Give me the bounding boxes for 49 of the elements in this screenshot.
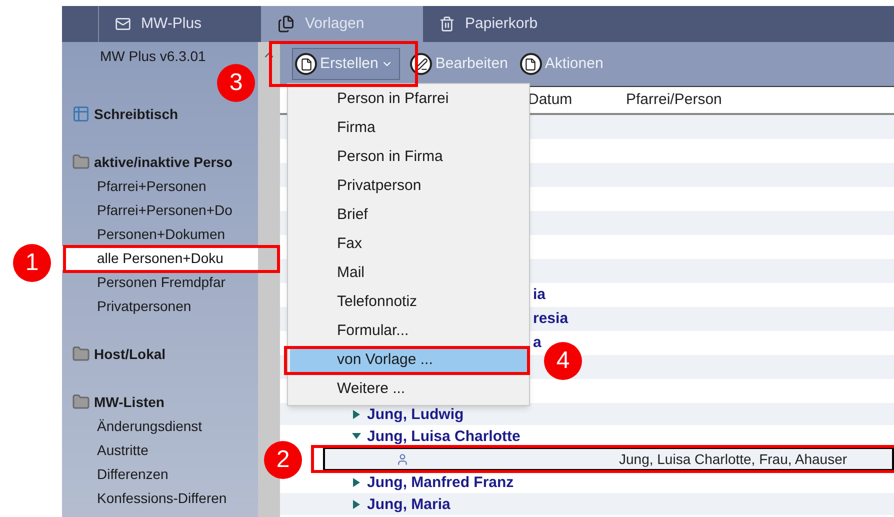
sidebar-item[interactable]: alle Personen+Doku (62, 246, 258, 270)
table-cell: Jung, Luisa Charlotte, Frau, Ahauser (619, 451, 848, 467)
sidebar-item[interactable]: Privatpersonen (62, 294, 258, 318)
folder-icon (72, 153, 90, 171)
folder-icon (72, 393, 90, 411)
menu-item[interactable]: Brief (290, 201, 527, 230)
tree-node-label: a (533, 332, 542, 353)
document-icon (295, 53, 317, 75)
tree-node-label[interactable]: Jung, Luisa Charlotte (367, 428, 520, 445)
tree-node-label[interactable]: Jung, Manfred Franz (367, 474, 514, 491)
column-header[interactable]: Pfarrei/Person (626, 88, 722, 112)
table-row[interactable]: Jung, Maria (280, 493, 894, 515)
menu-item[interactable]: Weitere ... (290, 375, 527, 404)
menu-item[interactable]: Firma (290, 114, 527, 143)
sidebar-item[interactable]: Personen Fremdpfar (62, 270, 258, 294)
expand-arrow-icon[interactable] (352, 432, 361, 441)
sidebar-item[interactable]: Pfarrei+Personen (62, 174, 258, 198)
table-icon (72, 105, 90, 123)
document-icon (520, 53, 542, 75)
menu-item[interactable]: Privatperson (290, 172, 527, 201)
sidebar-item[interactable]: Änderungsdienst (62, 414, 258, 438)
tab[interactable]: Papierkorb (423, 6, 554, 42)
sidebar-item[interactable]: Konfessions-Differen (62, 486, 258, 510)
version-label: MW Plus v6.3.01 (100, 48, 206, 64)
section-heading[interactable]: MW-Listen (94, 392, 164, 412)
tree-node-label: ia (533, 284, 546, 305)
sidebar-item[interactable]: Personen+Dokumen (62, 222, 258, 246)
menu-item[interactable]: Person in Pfarrei (290, 85, 527, 114)
tree-node-label[interactable]: Jung, Ludwig (367, 406, 464, 423)
folder-icon (72, 345, 90, 363)
documents-icon (277, 15, 295, 33)
tree-node-label[interactable]: Jung, Maria (367, 496, 450, 513)
expand-arrow-icon[interactable] (352, 478, 361, 487)
section-heading[interactable]: Schreibtisch (94, 104, 178, 124)
envelope-icon (115, 16, 131, 32)
sidebar-item[interactable]: Austritte (62, 438, 258, 462)
menu-item[interactable]: Person in Firma (290, 143, 527, 172)
menu-item[interactable]: Fax (290, 230, 527, 259)
trash-icon (439, 16, 455, 32)
expand-arrow-icon[interactable] (352, 500, 361, 509)
section-heading[interactable]: Host/Lokal (94, 344, 166, 364)
sidebar-item[interactable]: Differenzen (62, 462, 258, 486)
person-icon (396, 452, 409, 466)
table-row[interactable]: Jung, Ludwig (280, 403, 894, 425)
expand-arrow-icon[interactable] (352, 410, 361, 419)
tree-node-label: resia (533, 308, 568, 329)
table-row[interactable]: Jung, Luisa Charlotte, Frau, Ahauser (323, 447, 894, 471)
sidebar-item[interactable]: Pfarrei+Personen+Do (62, 198, 258, 222)
section-heading[interactable]: aktive/inaktive Perso (94, 152, 233, 172)
